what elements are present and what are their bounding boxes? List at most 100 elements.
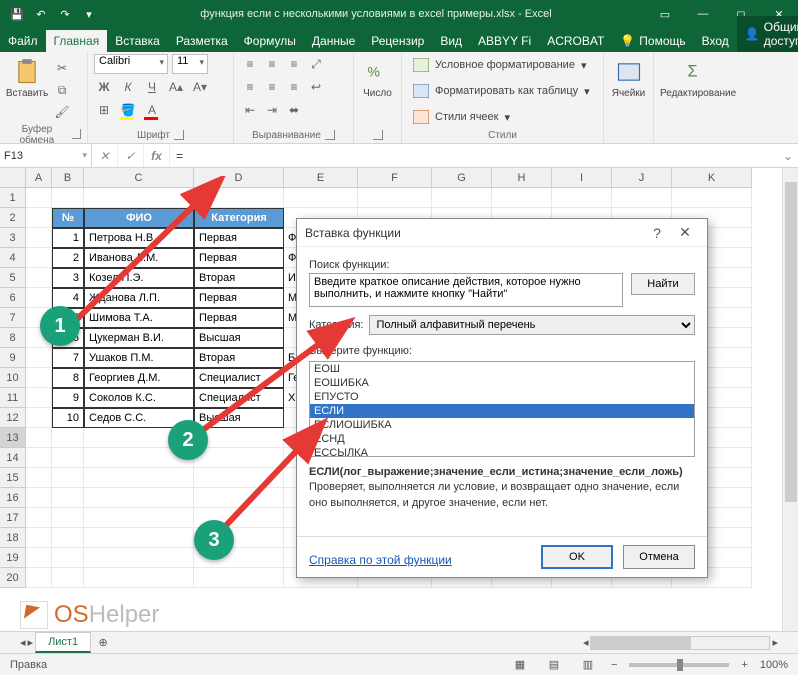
align-center-icon[interactable]: ≡ — [262, 77, 282, 97]
cell[interactable] — [194, 468, 284, 488]
column-header[interactable]: H — [492, 168, 552, 188]
zoom-level[interactable]: 100% — [760, 659, 788, 671]
column-header[interactable]: K — [672, 168, 752, 188]
share-button[interactable]: 👤 Общий доступ — [737, 16, 798, 52]
cell[interactable] — [84, 468, 194, 488]
align-top-icon[interactable]: ≡ — [240, 54, 260, 74]
row-header[interactable]: 20 — [0, 568, 26, 588]
increase-font-icon[interactable]: A▴ — [166, 77, 186, 97]
formula-input[interactable]: = — [170, 144, 778, 167]
zoom-out-icon[interactable]: − — [611, 659, 617, 671]
cell[interactable]: ФИО — [84, 208, 194, 228]
cell[interactable] — [84, 188, 194, 208]
cell[interactable] — [432, 188, 492, 208]
row-header[interactable]: 12 — [0, 408, 26, 428]
function-list-item[interactable]: ЕСЛИОШИБКА — [310, 418, 694, 432]
cell[interactable]: Специалист — [194, 388, 284, 408]
qat-customize-icon[interactable]: ▾ — [78, 3, 100, 25]
category-select[interactable]: Полный алфавитный перечень — [369, 315, 695, 335]
dialog-close-icon[interactable]: ✕ — [671, 224, 699, 241]
cell[interactable] — [194, 188, 284, 208]
row-header[interactable]: 13 — [0, 428, 26, 448]
cells-button[interactable]: Ячейки — [610, 54, 647, 99]
column-header[interactable]: B — [52, 168, 84, 188]
cell[interactable] — [358, 188, 432, 208]
font-size-combo[interactable]: 11 — [172, 54, 208, 74]
cell[interactable] — [26, 388, 52, 408]
enter-formula-icon[interactable]: ✓ — [118, 144, 144, 167]
cell[interactable]: Первая — [194, 228, 284, 248]
cell[interactable] — [84, 528, 194, 548]
select-all-button[interactable] — [0, 168, 26, 188]
cell[interactable]: Цукерман В.И. — [84, 328, 194, 348]
cell[interactable]: Первая — [194, 248, 284, 268]
cell[interactable]: 9 — [52, 388, 84, 408]
tab-formulas[interactable]: Формулы — [236, 30, 304, 52]
sheet-tab[interactable]: Лист1 — [35, 632, 91, 653]
paste-button[interactable]: Вставить — [6, 54, 48, 99]
decrease-font-icon[interactable]: A▾ — [190, 77, 210, 97]
ok-button[interactable]: OK — [541, 545, 613, 569]
cell[interactable] — [26, 368, 52, 388]
copy-icon[interactable]: ⧉ — [52, 80, 72, 100]
cell-styles-button[interactable]: Стили ячеек ▾ — [408, 106, 515, 128]
underline-button[interactable]: Ч — [142, 77, 162, 97]
page-layout-view-icon[interactable]: ▤ — [543, 656, 565, 674]
cell[interactable]: 8 — [52, 368, 84, 388]
cell[interactable] — [52, 548, 84, 568]
search-input[interactable] — [309, 273, 623, 307]
normal-view-icon[interactable]: ▦ — [509, 656, 531, 674]
cell[interactable] — [26, 528, 52, 548]
cell[interactable] — [52, 188, 84, 208]
cell[interactable] — [26, 248, 52, 268]
dialog-titlebar[interactable]: Вставка функции ? ✕ — [297, 219, 707, 247]
cell[interactable] — [84, 488, 194, 508]
cell[interactable] — [26, 208, 52, 228]
function-list-item[interactable]: ЕПУСТО — [310, 390, 694, 404]
italic-button[interactable]: К — [118, 77, 138, 97]
row-header[interactable]: 17 — [0, 508, 26, 528]
font-name-combo[interactable]: Calibri — [94, 54, 168, 74]
undo-icon[interactable]: ↶ — [30, 3, 52, 25]
cell[interactable]: № — [52, 208, 84, 228]
borders-icon[interactable]: ⊞ — [94, 100, 114, 120]
cell[interactable] — [52, 568, 84, 588]
cell[interactable] — [26, 488, 52, 508]
cell[interactable]: Шимова Т.А. — [84, 308, 194, 328]
cell[interactable] — [672, 188, 752, 208]
sheet-nav-prev-icon[interactable]: ◂ — [20, 636, 26, 649]
wrap-text-icon[interactable]: ↩ — [306, 77, 326, 97]
cell[interactable]: Высшая — [194, 328, 284, 348]
function-list-item[interactable]: ЕССЫЛКА — [310, 446, 694, 457]
column-header[interactable]: D — [194, 168, 284, 188]
fill-color-icon[interactable]: 🪣 — [118, 100, 138, 120]
column-header[interactable]: G — [432, 168, 492, 188]
expand-formula-bar-icon[interactable]: ⌄ — [778, 144, 798, 167]
row-header[interactable]: 7 — [0, 308, 26, 328]
vertical-scrollbar[interactable] — [782, 168, 798, 636]
cell[interactable] — [52, 468, 84, 488]
merge-icon[interactable]: ⬌ — [284, 100, 304, 120]
help-button[interactable]: 💡 Помощь — [612, 30, 693, 52]
cell[interactable] — [194, 568, 284, 588]
zoom-in-icon[interactable]: + — [741, 659, 747, 671]
cell[interactable] — [26, 228, 52, 248]
cell[interactable] — [26, 408, 52, 428]
tab-abbyy[interactable]: ABBYY Fi — [470, 30, 539, 52]
conditional-formatting-button[interactable]: Условное форматирование ▾ — [408, 54, 591, 76]
cell[interactable]: Ушаков П.М. — [84, 348, 194, 368]
orientation-icon[interactable]: ⤢ — [306, 54, 326, 74]
cell[interactable]: Вторая — [194, 268, 284, 288]
row-header[interactable]: 16 — [0, 488, 26, 508]
cell[interactable]: 10 — [52, 408, 84, 428]
bold-button[interactable]: Ж — [94, 77, 114, 97]
cell[interactable] — [84, 548, 194, 568]
row-header[interactable]: 8 — [0, 328, 26, 348]
row-header[interactable]: 5 — [0, 268, 26, 288]
cell[interactable] — [84, 508, 194, 528]
cell[interactable]: Вторая — [194, 348, 284, 368]
align-left-icon[interactable]: ≡ — [240, 77, 260, 97]
cell[interactable]: 7 — [52, 348, 84, 368]
minimize-icon[interactable]: — — [684, 0, 722, 28]
function-list[interactable]: ЕОШЕОШИБКАЕПУСТОЕСЛИЕСЛИОШИБКАЕСНДЕССЫЛК… — [309, 361, 695, 457]
